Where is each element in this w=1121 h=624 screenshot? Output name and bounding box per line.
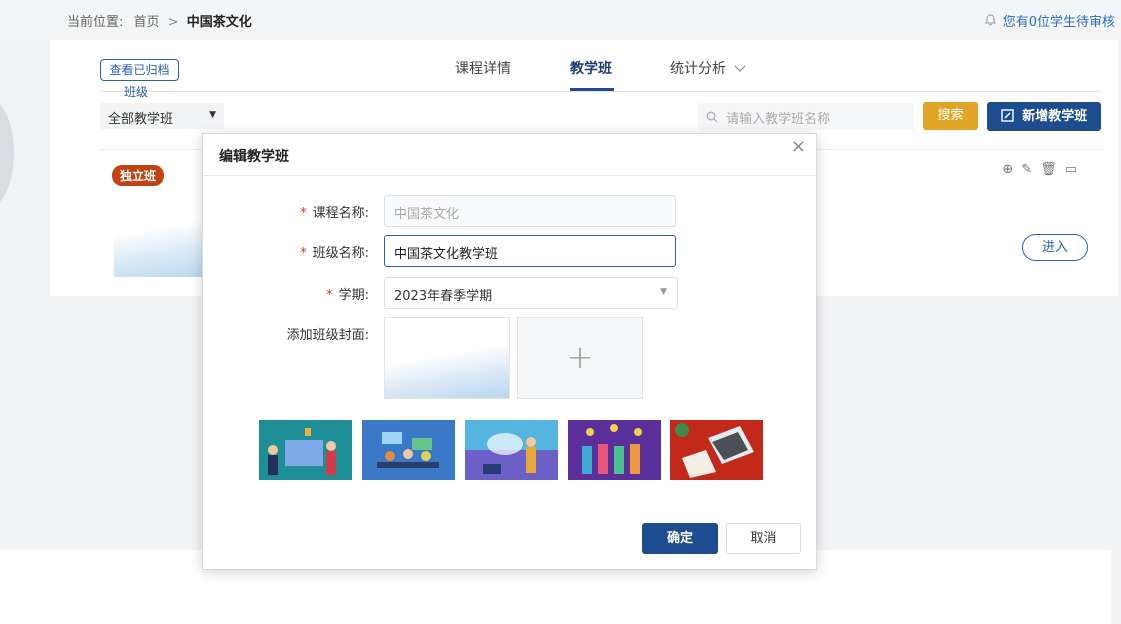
tab-course-detail[interactable]: 课程详情: [455, 58, 511, 78]
dialog-header: 编辑教学班 ×: [203, 134, 816, 176]
confirm-button[interactable]: 确定: [642, 523, 718, 554]
term-label: * 学期:: [263, 284, 369, 303]
course-name-field: 中国茶文化: [384, 195, 676, 227]
cover-option-4[interactable]: [568, 420, 661, 480]
active-tab-indicator: [570, 88, 614, 91]
breadcrumb-current: 中国茶文化: [186, 15, 252, 30]
view-archived-button[interactable]: 查看已归档: [100, 59, 179, 81]
chevron-down-icon: [734, 61, 746, 77]
edit-class-dialog: 编辑教学班 × * 课程名称: 中国茶文化 * 班级名称: 中国茶文化教学班 * 学期…: [202, 133, 817, 570]
course-name-label: * 课程名称:: [263, 202, 369, 221]
caret-down-icon: ▼: [660, 287, 667, 297]
breadcrumb-prefix: 当前位置:: [67, 15, 124, 30]
cover-preview-image: [384, 317, 510, 399]
class-filter-select[interactable]: 全部教学班 ▼: [100, 103, 224, 129]
close-icon[interactable]: ×: [791, 136, 806, 157]
search-placeholder: 请输入教学班名称: [726, 112, 831, 127]
add-class-button[interactable]: 新增教学班: [987, 102, 1101, 131]
search-icon: [706, 111, 722, 127]
required-marker: *: [300, 246, 307, 261]
notice-text: 您有0位学生待审核: [1002, 15, 1115, 30]
edit-square-icon: [1001, 104, 1014, 133]
enter-class-button[interactable]: 进入: [1022, 234, 1088, 261]
caret-down-icon: ▼: [209, 110, 216, 120]
edit-icon[interactable]: ✎: [1021, 162, 1040, 177]
delete-icon[interactable]: 🗑: [1040, 162, 1065, 177]
class-label: 班级: [124, 85, 149, 99]
add-class-label: 新增教学班: [1022, 109, 1088, 124]
required-marker: *: [326, 288, 333, 303]
breadcrumb-home[interactable]: 首页: [134, 15, 160, 30]
cover-option-5[interactable]: [670, 420, 763, 480]
required-marker: *: [300, 206, 307, 221]
top-bar: 当前位置: 首页 > 中国茶文化 您有0位学生待审核: [0, 0, 1121, 40]
class-cover-image: [114, 195, 214, 277]
add-icon[interactable]: ⊕: [1002, 162, 1021, 177]
dialog-title: 编辑教学班: [219, 149, 289, 165]
cover-option-1[interactable]: [259, 420, 352, 480]
class-search-input[interactable]: 请输入教学班名称: [698, 103, 914, 130]
search-button[interactable]: 搜索: [923, 102, 978, 130]
tab-statistics[interactable]: 统计分析: [670, 58, 746, 78]
breadcrumb: 当前位置: 首页 > 中国茶文化: [67, 11, 252, 30]
tab-teaching-class[interactable]: 教学班: [570, 58, 612, 78]
add-cover-button[interactable]: +: [517, 317, 643, 399]
cancel-button[interactable]: 取消: [726, 523, 801, 554]
breadcrumb-separator: >: [167, 15, 179, 30]
class-filter-value: 全部教学班: [108, 112, 174, 127]
folder-icon[interactable]: ▭: [1065, 162, 1085, 177]
independent-class-badge: 独立班: [112, 165, 165, 186]
class-name-label-text: 班级名称:: [312, 246, 369, 261]
term-label-text: 学期:: [338, 288, 369, 303]
tab-bar: 课程详情 教学班 统计分析: [100, 50, 1100, 92]
class-name-label: * 班级名称:: [263, 242, 369, 261]
cover-option-3[interactable]: [465, 420, 558, 480]
term-select-value: 2023年春季学期: [394, 289, 493, 304]
term-select[interactable]: 2023年春季学期 ▼: [384, 277, 678, 309]
card-actions: ⊕✎🗑▭: [1002, 162, 1085, 177]
cover-option-2[interactable]: [362, 420, 455, 480]
sidebar-avatar-decoration: [0, 98, 14, 208]
cover-label: 添加班级封面:: [286, 328, 369, 343]
course-name-label-text: 课程名称:: [312, 206, 369, 221]
class-name-input[interactable]: 中国茶文化教学班: [384, 235, 676, 267]
pending-review-notice[interactable]: 您有0位学生待审核: [984, 11, 1115, 30]
tab-statistics-label: 统计分析: [670, 61, 726, 77]
bell-icon: [984, 14, 1000, 30]
